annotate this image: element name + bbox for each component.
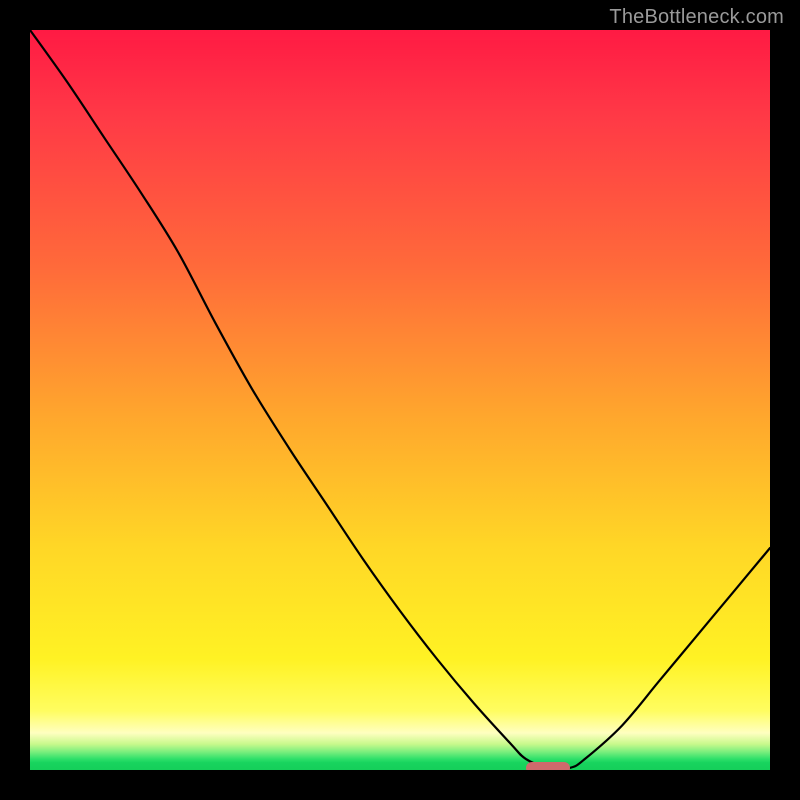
- chart-frame: TheBottleneck.com: [0, 0, 800, 800]
- watermark-label: TheBottleneck.com: [609, 6, 784, 29]
- plot-area: [30, 30, 770, 770]
- optimum-marker: [526, 762, 570, 770]
- curve-path: [30, 30, 770, 769]
- bottleneck-curve: [30, 30, 770, 770]
